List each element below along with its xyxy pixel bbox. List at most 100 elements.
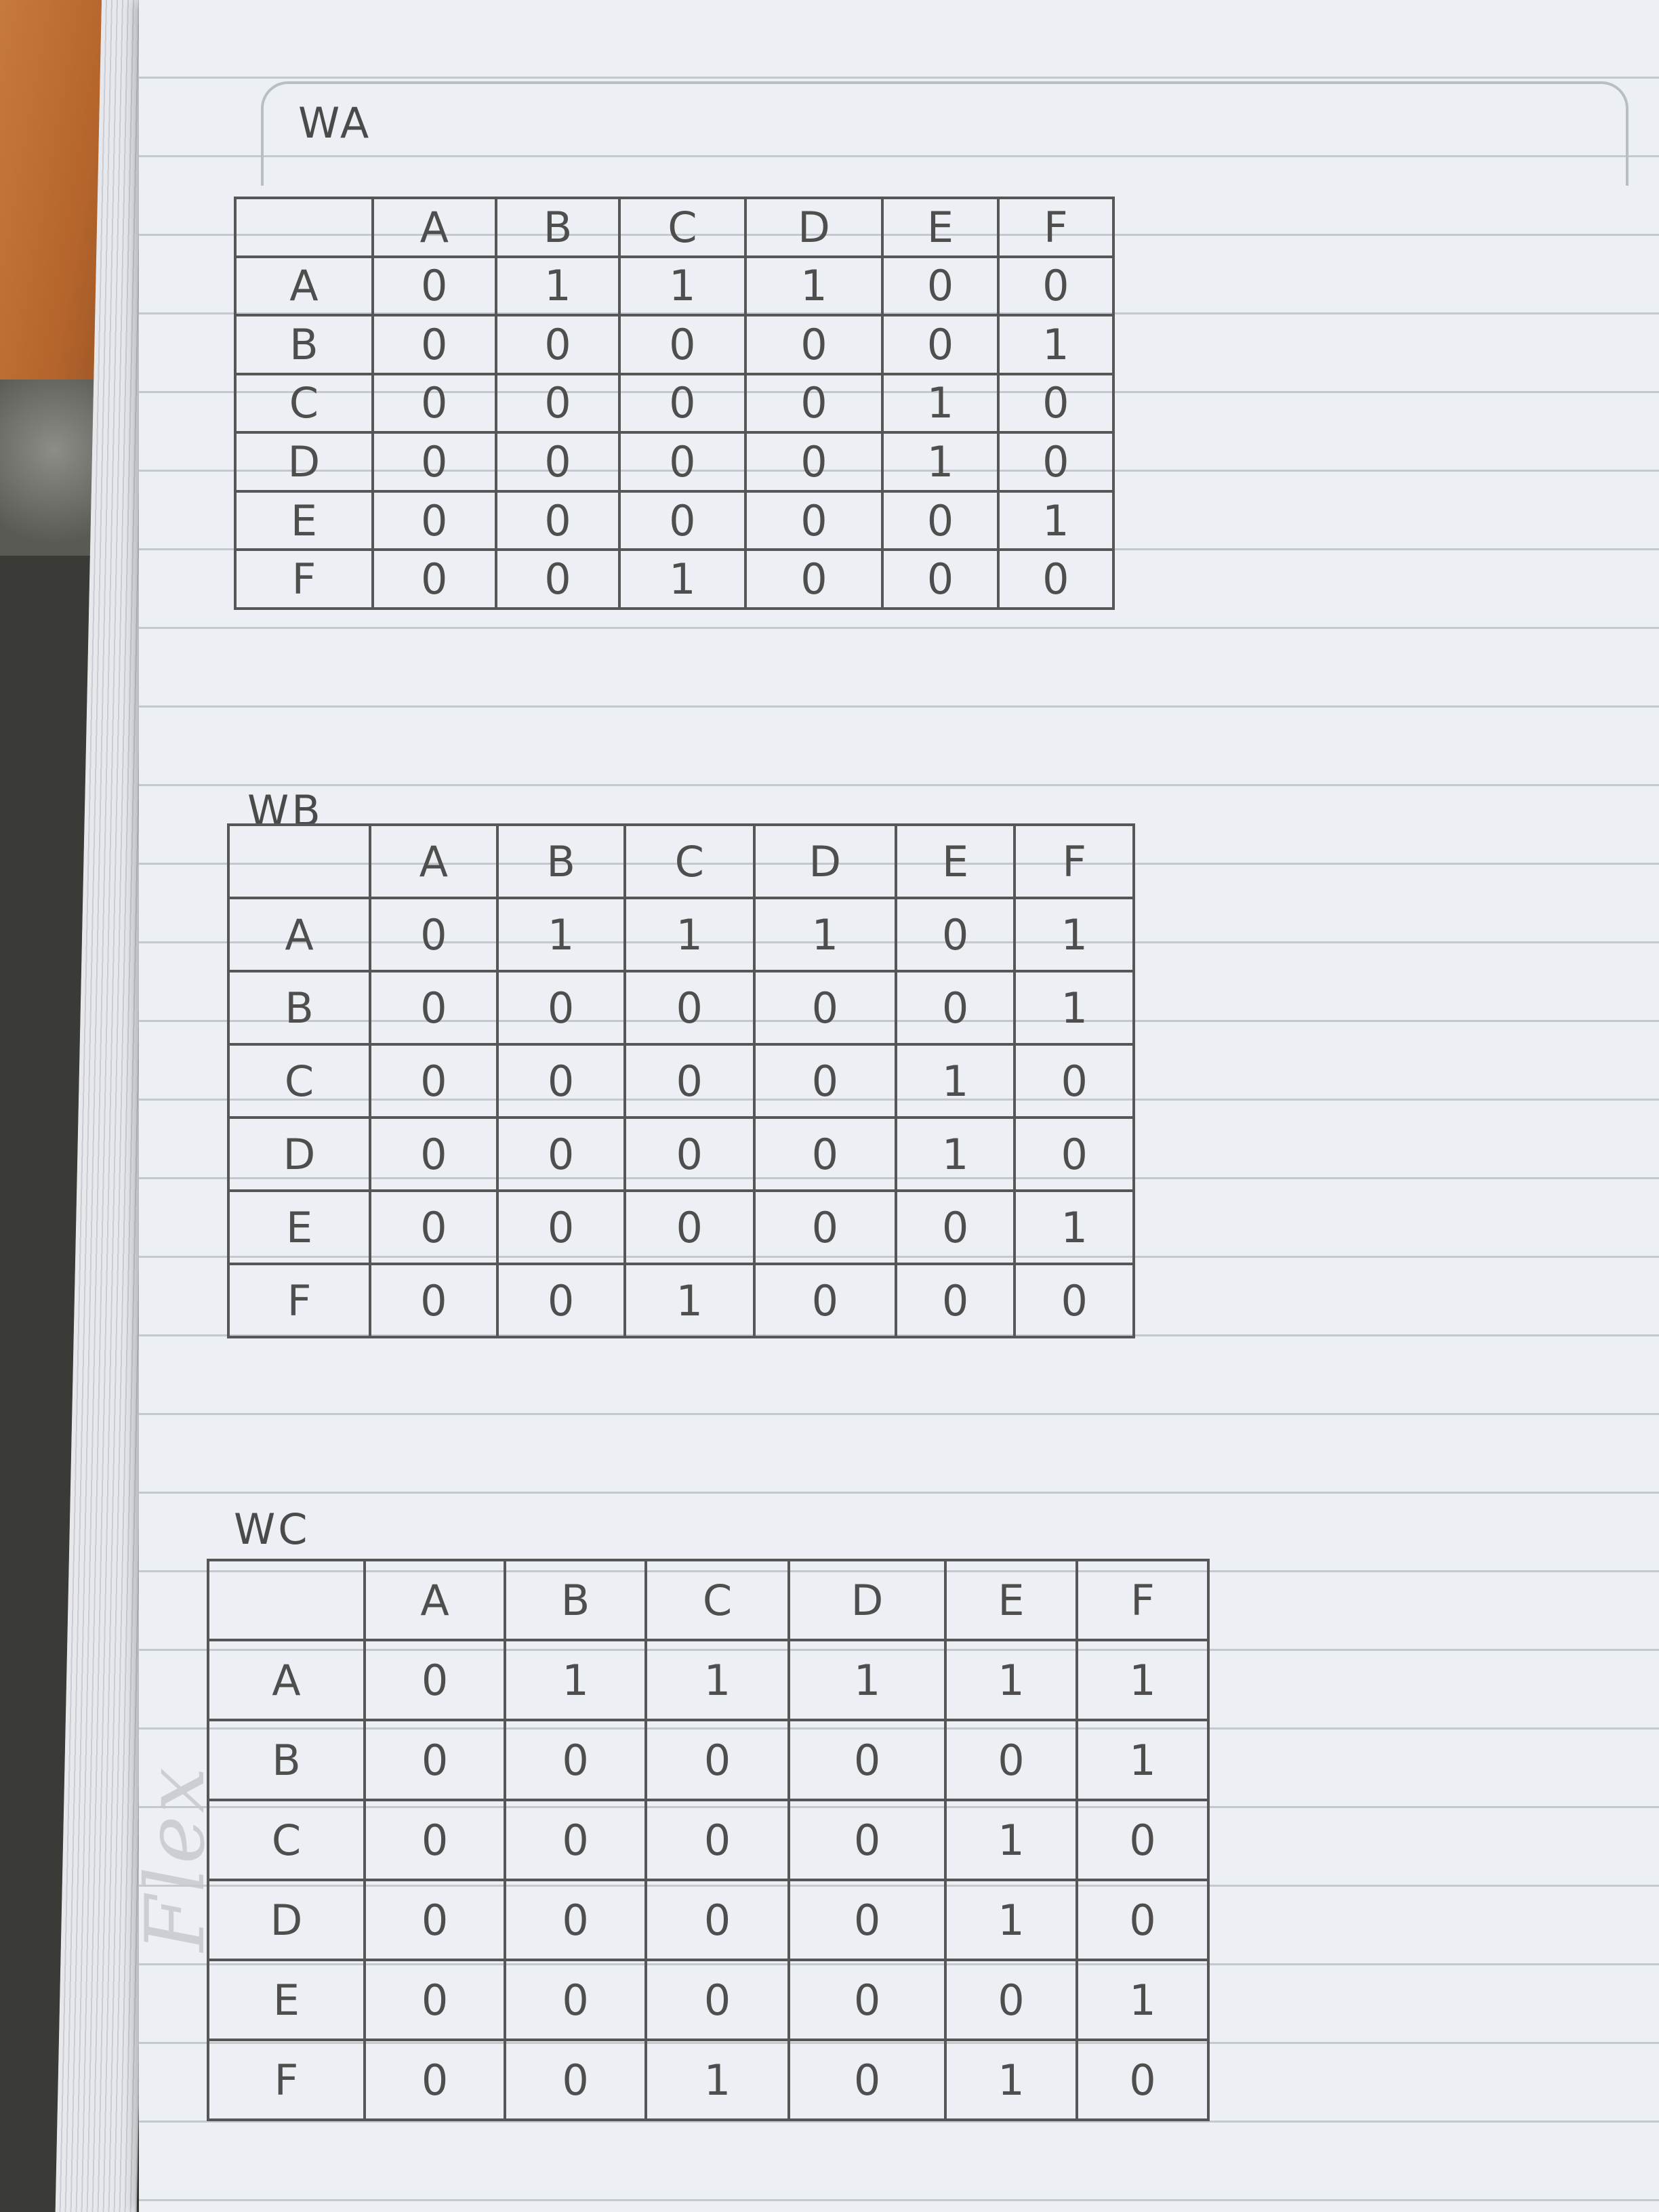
matrix-cell: 1 (944, 1879, 1078, 1961)
matrix-cell: 1 (894, 1116, 1017, 1192)
matrix-cell: 0 (495, 1189, 626, 1265)
table-row: B000001 (234, 314, 1115, 375)
row-header-c: C (207, 1799, 366, 1881)
matrix-cell: 0 (881, 548, 1000, 610)
matrix-cell: 1 (623, 897, 756, 972)
matrix-cell: 0 (371, 489, 497, 552)
matrix-cell: 1 (618, 255, 747, 317)
matrix-cell: 0 (743, 489, 884, 552)
row-header-b: B (234, 314, 374, 375)
matrix-cell: 0 (894, 1189, 1017, 1265)
matrix-cell: 0 (752, 1043, 897, 1119)
matrix-cell: 1 (618, 548, 747, 610)
matrix-cell: 0 (371, 255, 497, 317)
table-title-wa: WA (298, 98, 372, 148)
matrix-cell: 0 (752, 1263, 897, 1338)
table-row: A011100 (234, 255, 1115, 317)
matrix-cell: 0 (996, 548, 1115, 610)
column-header-c: C (623, 823, 756, 899)
column-header-b: B (495, 823, 626, 899)
table-row: A011111 (207, 1639, 1210, 1721)
matrix-cell: 0 (787, 1719, 947, 1801)
adjacency-table-wb: ABCDEFA011101B000001C000010D000010E00000… (226, 823, 1135, 1338)
table-row: A011101 (226, 897, 1135, 972)
matrix-cell: 1 (1076, 1639, 1210, 1721)
matrix-cell: 1 (644, 1639, 791, 1721)
matrix-cell: 0 (644, 1879, 791, 1961)
column-header-f: F (1013, 823, 1135, 899)
matrix-cell: 0 (495, 1116, 626, 1192)
matrix-cell: 0 (1013, 1263, 1135, 1338)
matrix-cell: 0 (743, 314, 884, 375)
table-row: D000010 (226, 1116, 1135, 1192)
matrix-cell: 0 (623, 1116, 756, 1192)
table-row: E000001 (226, 1189, 1135, 1265)
matrix-cell: 0 (494, 314, 621, 375)
table-row: B000001 (226, 970, 1135, 1046)
table-row: C000010 (234, 372, 1115, 434)
matrix-cell: 0 (996, 372, 1115, 434)
matrix-cell: 0 (1076, 1879, 1210, 1961)
column-header-e: E (881, 197, 1000, 258)
matrix-cell: 1 (752, 897, 897, 972)
adjacency-table-wc: ABCDEFA011111B000001C000010D000010E00000… (207, 1559, 1210, 2121)
table-row: F001010 (207, 2039, 1210, 2121)
matrix-cell: 0 (944, 1719, 1078, 1801)
matrix-cell: 1 (881, 372, 1000, 434)
matrix-cell: 0 (752, 970, 897, 1046)
matrix-cell: 0 (618, 431, 747, 493)
matrix-cell: 1 (996, 314, 1115, 375)
matrix-cell: 0 (494, 548, 621, 610)
matrix-cell: 0 (752, 1189, 897, 1265)
matrix-cell: 0 (623, 1043, 756, 1119)
matrix-cell: 0 (369, 1043, 499, 1119)
table-header-row: ABCDEF (234, 197, 1115, 258)
matrix-cell: 0 (618, 372, 747, 434)
row-header-e: E (226, 1189, 372, 1265)
matrix-cell: 0 (363, 1799, 507, 1881)
matrix-cell: 1 (944, 1639, 1078, 1721)
page-header-box (261, 81, 1629, 186)
matrix-cell: 0 (894, 897, 1017, 972)
table-row: D000010 (234, 431, 1115, 493)
row-header-d: D (226, 1116, 372, 1192)
row-header-c: C (226, 1043, 372, 1119)
matrix-cell: 0 (1076, 2039, 1210, 2121)
matrix-cell: 0 (752, 1116, 897, 1192)
matrix-cell: 1 (894, 1043, 1017, 1119)
column-header-e: E (894, 823, 1017, 899)
table-row: F001000 (226, 1263, 1135, 1338)
matrix-cell: 0 (363, 1639, 507, 1721)
matrix-cell: 0 (881, 314, 1000, 375)
matrix-cell: 0 (944, 1959, 1078, 2041)
matrix-cell: 0 (1013, 1043, 1135, 1119)
matrix-cell: 0 (495, 1263, 626, 1338)
matrix-cell: 1 (1013, 1189, 1135, 1265)
column-header-e: E (944, 1559, 1078, 1641)
column-header-a: A (371, 197, 497, 258)
row-header-c: C (234, 372, 374, 434)
matrix-cell: 1 (996, 489, 1115, 552)
matrix-cell: 0 (495, 970, 626, 1046)
matrix-cell: 0 (504, 1719, 647, 1801)
matrix-cell: 0 (504, 1799, 647, 1881)
matrix-cell: 0 (369, 1116, 499, 1192)
row-header-b: B (207, 1719, 366, 1801)
row-header-f: F (226, 1263, 372, 1338)
row-header-a: A (234, 255, 374, 317)
matrix-cell: 0 (371, 431, 497, 493)
column-header-b: B (494, 197, 621, 258)
matrix-cell: 0 (787, 1799, 947, 1881)
matrix-cell: 0 (494, 372, 621, 434)
matrix-cell: 0 (1013, 1116, 1135, 1192)
table-row: F001000 (234, 548, 1115, 610)
matrix-cell: 1 (881, 431, 1000, 493)
matrix-cell: 0 (894, 1263, 1017, 1338)
matrix-cell: 0 (787, 2039, 947, 2121)
matrix-cell: 0 (996, 255, 1115, 317)
column-header-b: B (504, 1559, 647, 1641)
matrix-cell: 0 (996, 431, 1115, 493)
matrix-cell: 1 (495, 897, 626, 972)
matrix-cell: 1 (494, 255, 621, 317)
table-row: D000010 (207, 1879, 1210, 1961)
